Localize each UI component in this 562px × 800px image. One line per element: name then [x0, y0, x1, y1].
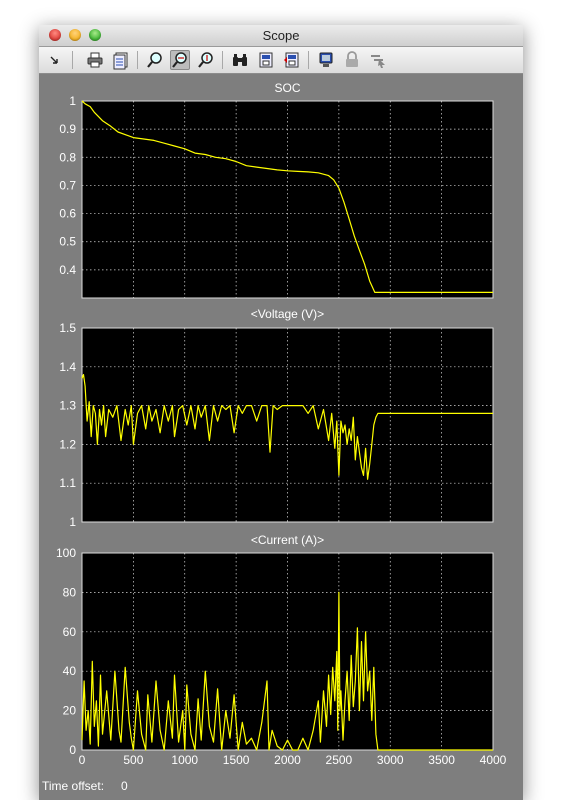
y-tick-label: 1.1 — [59, 476, 76, 490]
y-tick-label: 60 — [63, 625, 77, 639]
y-tick-label: 0.8 — [59, 150, 76, 164]
y-tick-label: 1 — [69, 515, 76, 529]
y-tick-label: 0.5 — [59, 235, 76, 249]
toolbar — [39, 47, 523, 74]
restore-axes-icon[interactable] — [282, 50, 302, 70]
y-tick-label: 1.2 — [59, 437, 76, 451]
y-tick-label: 20 — [63, 704, 77, 718]
x-tick-label: 2000 — [274, 753, 301, 767]
binoculars-icon[interactable] — [230, 50, 250, 70]
save-axes-icon[interactable] — [256, 50, 276, 70]
float-icon[interactable] — [316, 50, 336, 70]
lock-icon[interactable] — [342, 50, 362, 70]
axes-title: <Current (A)> — [251, 533, 324, 547]
y-tick-label: 40 — [63, 664, 77, 678]
select-signals-icon[interactable] — [368, 50, 388, 70]
time-offset-value: 0 — [121, 779, 128, 793]
y-tick-label: 1.5 — [59, 321, 76, 335]
scope-window: Scope SOC 0.4 0.5 0.6 0.7 0.8 0.9 1 <Vol… — [39, 25, 523, 800]
x-tick-label: 3000 — [377, 753, 404, 767]
time-offset-label: Time offset: — [42, 779, 105, 793]
y-tick-label: 0.7 — [59, 178, 76, 192]
y-tick-label: 0.4 — [59, 263, 76, 277]
zoom-y-icon[interactable] — [196, 50, 216, 70]
y-tick-label: 100 — [56, 546, 76, 560]
toolbar-separator — [137, 51, 138, 69]
x-tick-label: 3500 — [428, 753, 455, 767]
toolbar-separator — [308, 51, 309, 69]
x-tick-label: 1000 — [171, 753, 198, 767]
print-icon[interactable] — [85, 50, 105, 70]
zoom-icon[interactable] — [145, 50, 165, 70]
x-tick-label: 4000 — [480, 753, 507, 767]
y-tick-label: 0.9 — [59, 122, 76, 136]
x-tick-label: 0 — [79, 753, 86, 767]
scope-plots[interactable]: SOC 0.4 0.5 0.6 0.7 0.8 0.9 1 <Voltage (V)> 1 1.1 1… — [39, 73, 523, 775]
title-bar[interactable]: Scope — [39, 25, 523, 47]
axes-area[interactable] — [81, 552, 494, 751]
x-tick-label: 500 — [123, 753, 143, 767]
toolbar-separator — [72, 51, 73, 69]
y-tick-label: 80 — [63, 585, 77, 599]
params-icon[interactable] — [111, 50, 131, 70]
x-tick-label: 2500 — [326, 753, 353, 767]
y-tick-label: 1 — [69, 94, 76, 108]
zoom-x-icon[interactable] — [170, 50, 190, 70]
axes-title: SOC — [274, 81, 300, 95]
status-bar: Time offset: 0 — [39, 775, 523, 800]
x-tick-label: 1500 — [223, 753, 250, 767]
y-tick-label: 1.3 — [59, 399, 76, 413]
toolbar-separator — [222, 51, 223, 69]
window-title: Scope — [262, 28, 300, 43]
y-tick-label: 0.6 — [59, 207, 76, 221]
axes-title: <Voltage (V)> — [251, 307, 324, 321]
axes-area[interactable] — [81, 100, 494, 299]
y-tick-label: 1.4 — [59, 360, 76, 374]
arrow-icon[interactable] — [45, 50, 65, 70]
y-tick-label: 0 — [69, 743, 76, 757]
